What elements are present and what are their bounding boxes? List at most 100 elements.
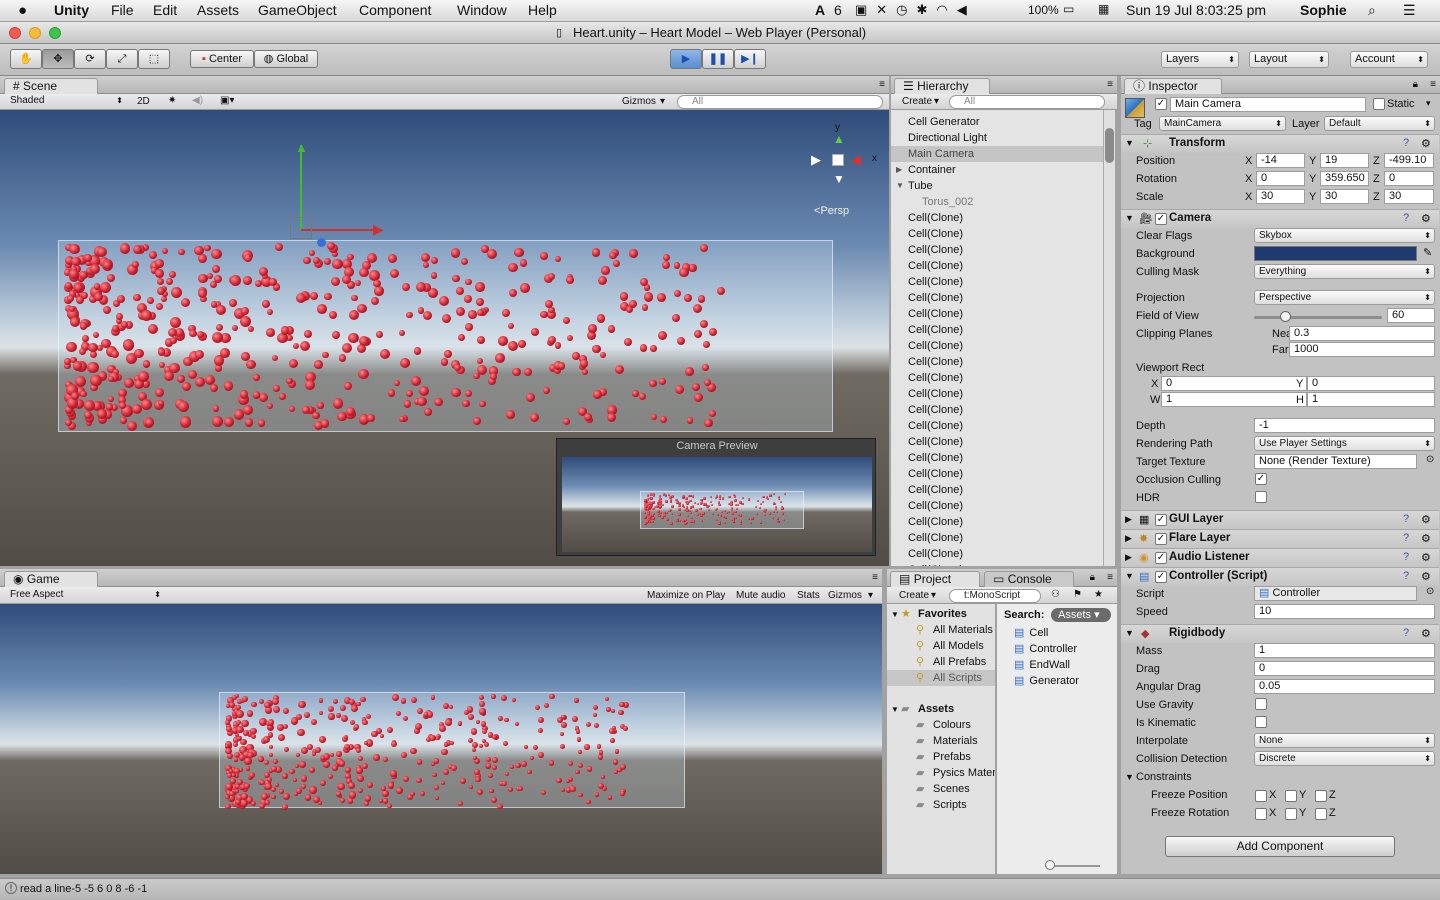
controller-enabled-checkbox[interactable]: ✓ [1155,571,1167,583]
move-tool-button[interactable]: ✥ [42,49,74,69]
object-picker-icon[interactable]: ⊙ [1426,454,1434,465]
camera-foldout-icon[interactable]: ▼ [1125,213,1134,223]
maximize-on-play-toggle[interactable]: Maximize on Play [647,590,725,601]
hierarchy-item[interactable]: ▶ Container [891,162,1103,178]
gui-layer-foldout-icon[interactable]: ▶ [1125,514,1132,525]
position-y-field[interactable]: 19 [1320,153,1369,168]
fov-slider-knob[interactable] [1279,311,1291,322]
depth-field[interactable]: -1 [1254,418,1435,433]
fov-slider-track[interactable] [1254,316,1382,319]
favorite-item[interactable]: ⚲ All Prefabs [887,654,995,670]
favorite-item[interactable]: ⚲ All Models [887,638,995,654]
asset-folder[interactable]: ▰ Materials [887,733,995,749]
hierarchy-item[interactable]: Cell(Clone) [891,258,1103,274]
controller-help-icon[interactable]: ? [1403,570,1409,582]
rendering-path-dropdown[interactable]: Use Player Settings [1254,436,1435,451]
account-dropdown[interactable]: Account [1350,51,1428,68]
rigidbody-foldout-icon[interactable]: ▼ [1125,628,1134,638]
inspector-menu-icon[interactable]: ≡ [1430,79,1436,90]
hierarchy-foldout-icon[interactable]: ▶ [896,162,902,178]
freeze-position-y-checkbox[interactable] [1285,790,1297,802]
transform-header[interactable]: ▼ ⊹ Transform ? ⚙ [1121,134,1439,153]
clear-flags-dropdown[interactable]: Skybox [1254,228,1435,243]
transform-help-icon[interactable]: ? [1403,137,1409,149]
hierarchy-menu-icon[interactable]: ≡ [1107,79,1113,90]
orientation-gizmo[interactable]: y ▲ ◀ x ▶ ▼ [808,122,877,192]
scale-y-field[interactable]: 30 [1320,189,1369,204]
viewport-x-field[interactable]: 0 [1161,376,1307,391]
culling-mask-dropdown[interactable]: Everything [1254,264,1435,279]
tab-game[interactable]: ◉ Game [4,571,98,587]
script-asset[interactable]: ▤ Cell [1014,625,1048,641]
hierarchy-item[interactable]: Main Camera [891,146,1103,162]
orientation-center[interactable] [832,154,844,166]
hierarchy-item[interactable]: Cell(Clone) [891,242,1103,258]
gizmo-z-handle[interactable] [317,238,326,247]
camera-help-icon[interactable]: ? [1403,212,1409,224]
transform-gear-icon[interactable]: ⚙ [1421,137,1431,150]
gizmos-dropdown[interactable]: Gizmos [622,96,656,107]
project-search-input[interactable]: t:MonoScript [949,589,1041,603]
collision-detection-dropdown[interactable]: Discrete [1254,751,1435,766]
menu-gameobject[interactable]: GameObject [258,2,337,18]
tag-dropdown[interactable]: MainCamera [1159,116,1286,131]
hierarchy-item[interactable]: Cell(Clone) [891,210,1103,226]
hierarchy-foldout-icon[interactable]: ▼ [896,178,904,194]
target-texture-field[interactable]: None (Render Texture) [1254,454,1417,469]
camera-gear-icon[interactable]: ⚙ [1421,212,1431,225]
hierarchy-item[interactable]: Cell(Clone) [891,530,1103,546]
hierarchy-item[interactable]: Cell(Clone) [891,562,1103,566]
scene-viewport[interactable]: ▲ ▶ y ▲ ◀ x ▶ ▼ <Persp Camera Preview [0,110,889,566]
rotation-y-field[interactable]: 359.650 [1320,171,1369,186]
tab-console[interactable]: ▭ Console [984,571,1074,587]
hierarchy-item[interactable]: Cell(Clone) [891,338,1103,354]
background-color-swatch[interactable] [1254,246,1417,261]
search-scope-assets[interactable]: Assets ▾ [1051,608,1111,622]
calendar-icon[interactable]: ▦ [1098,2,1109,16]
controller-foldout-icon[interactable]: ▼ [1125,571,1134,581]
hierarchy-search-input[interactable]: All [949,95,1105,109]
hierarchy-item[interactable]: ▼ Tube [891,178,1103,194]
orientation-negx-cone-icon[interactable]: ▶ [811,152,821,168]
game-panel-menu-icon[interactable]: ≡ [872,572,878,583]
is-kinematic-checkbox[interactable] [1255,716,1267,728]
asset-folder[interactable]: ▰ Prefabs [887,749,995,765]
minimize-window-button[interactable] [29,27,41,39]
viewport-h-field[interactable]: 1 [1307,392,1435,407]
scale-x-field[interactable]: 30 [1256,189,1305,204]
controller-gear-icon[interactable]: ⚙ [1421,570,1431,583]
rigidbody-help-icon[interactable]: ? [1403,627,1409,639]
scale-tool-button[interactable]: ⤢ [106,49,138,69]
camera-header[interactable]: ▼ 🎥︎ ✓ Camera ? ⚙ [1121,209,1439,228]
viewport-w-field[interactable]: 1 [1161,392,1307,407]
hierarchy-item[interactable]: Cell(Clone) [891,306,1103,322]
hierarchy-item[interactable]: Cell(Clone) [891,498,1103,514]
rect-tool-button[interactable]: ⬚ [138,49,170,69]
script-asset[interactable]: ▤ Controller [1014,641,1077,657]
menu-component[interactable]: Component [359,2,431,18]
near-field[interactable]: 0.3 [1289,326,1435,341]
audio-listener-checkbox[interactable]: ✓ [1155,552,1167,564]
menu-window[interactable]: Window [457,2,507,18]
controller-header[interactable]: ▼ ▤ ✓ Controller (Script) ? ⚙ [1121,567,1439,586]
use-gravity-checkbox[interactable] [1255,698,1267,710]
constraints-foldout-icon[interactable]: ▼ [1125,772,1134,782]
rotation-z-field[interactable]: 0 [1384,171,1434,186]
freeze-position-z-checkbox[interactable] [1315,790,1327,802]
filter-label-icon[interactable]: ⚑ [1073,589,1082,600]
hierarchy-item[interactable]: Cell(Clone) [891,482,1103,498]
static-dropdown-icon[interactable]: ▾ [1426,98,1431,109]
hierarchy-item[interactable]: Cell(Clone) [891,226,1103,242]
script-field[interactable]: ▤ Controller [1254,586,1417,601]
transform-foldout-icon[interactable]: ▼ [1125,138,1134,148]
scale-z-field[interactable]: 30 [1384,189,1434,204]
audio-listener-header[interactable]: ▶ ◉ ✓ Audio Listener ? ⚙ [1121,548,1439,567]
mass-field[interactable]: 1 [1254,643,1435,658]
game-viewport[interactable] [0,604,882,874]
apple-icon[interactable]: ● [18,2,27,19]
panel-menu-icon[interactable]: ≡ [879,79,885,90]
audio-listener-foldout-icon[interactable]: ▶ [1125,552,1132,563]
gui-layer-header[interactable]: ▶ ▦ ✓ GUI Layer ? ⚙ [1121,510,1439,529]
hierarchy-item[interactable]: Cell(Clone) [891,322,1103,338]
persp-label[interactable]: <Persp [814,205,849,217]
